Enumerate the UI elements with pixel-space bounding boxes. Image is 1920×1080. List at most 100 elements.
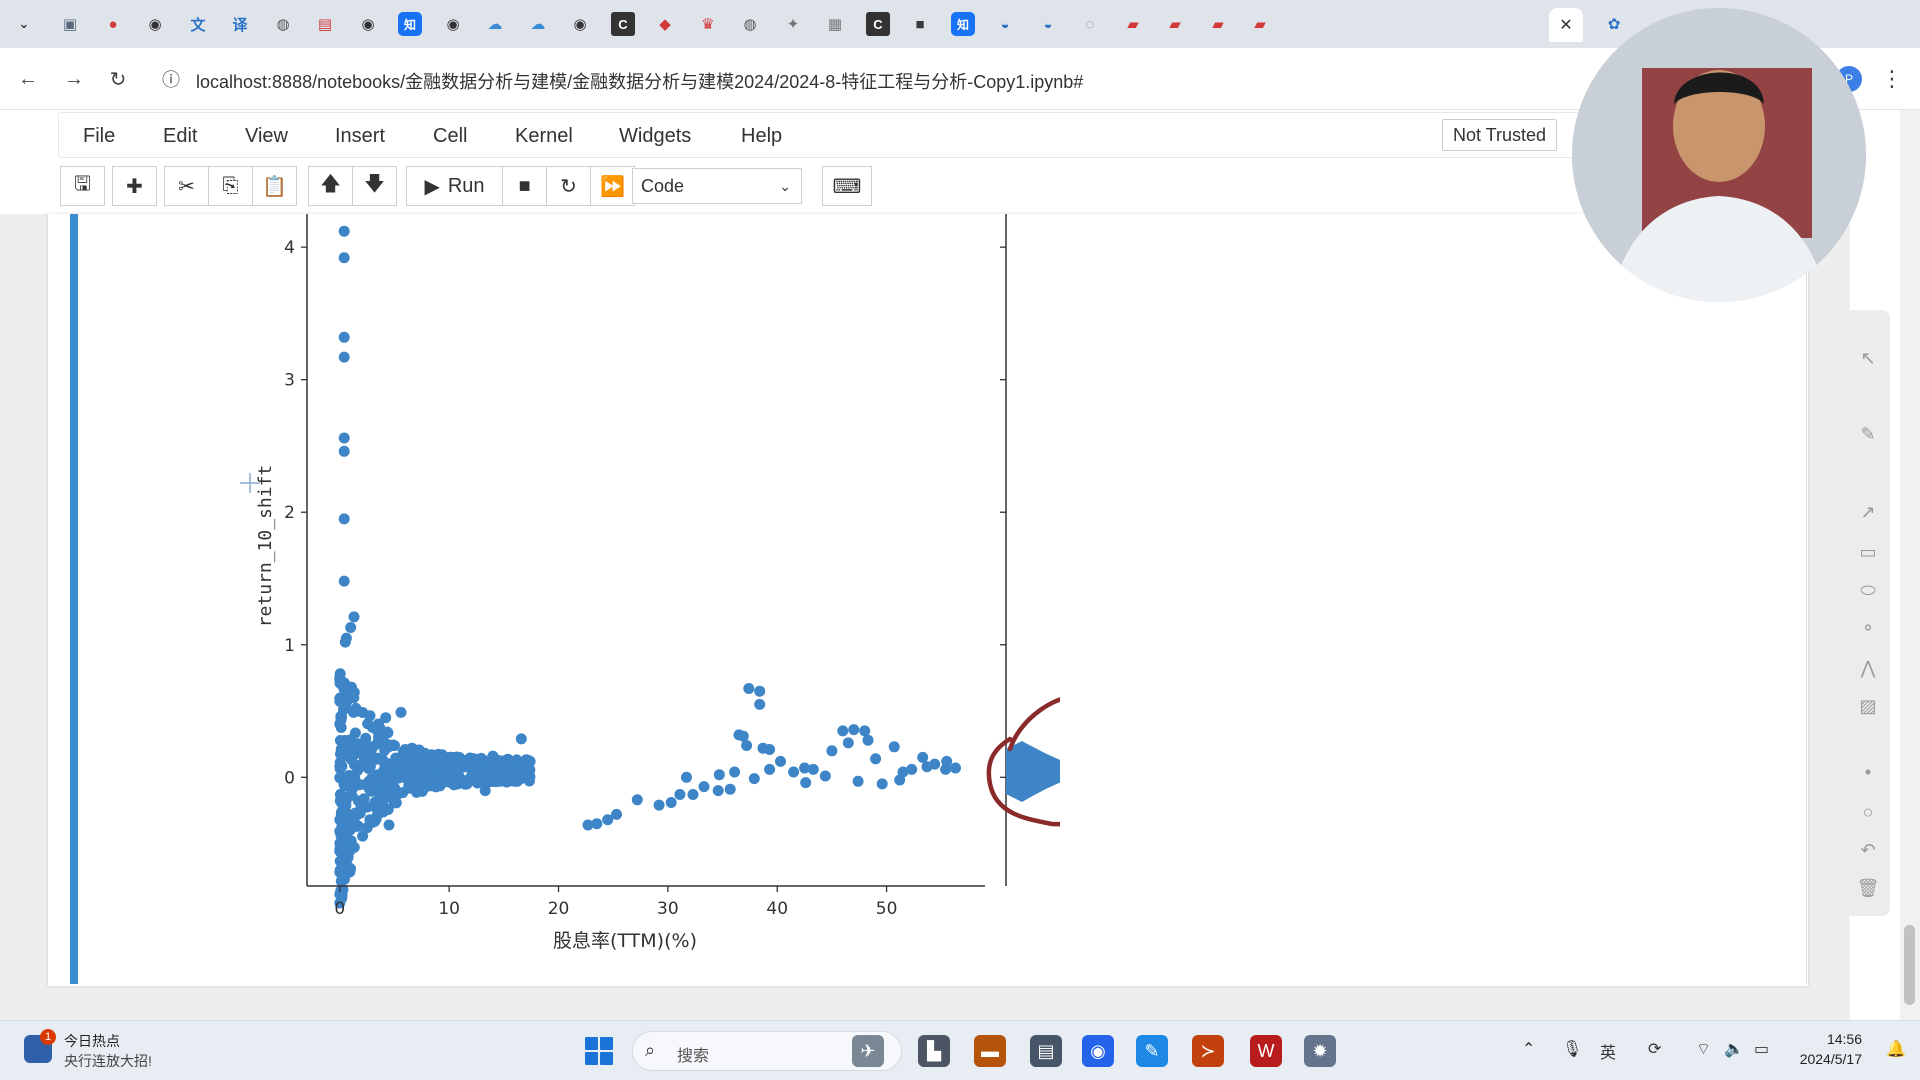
scatter-point [361, 801, 373, 813]
camera-icon[interactable]: ■ [908, 12, 932, 36]
site-info-icon[interactable]: ⓘ [160, 68, 182, 90]
clock-date[interactable]: 2024/5/17 [1794, 1051, 1862, 1067]
move-up-icon[interactable]: 🡅 [308, 166, 353, 206]
tab-search-dropdown-icon[interactable]: ⌄ [12, 12, 36, 36]
clock-time[interactable]: 14:56 [1812, 1031, 1862, 1047]
active-tab-close-icon[interactable]: ✕ [1549, 8, 1583, 42]
terminal-icon[interactable]: ≻ [1192, 1035, 1224, 1067]
bird-app-icon[interactable]: ✈ [852, 1035, 884, 1067]
microphone-icon[interactable]: 🎙 [1562, 1039, 1582, 1059]
pen-app-icon[interactable]: ✎ [1136, 1035, 1168, 1067]
folder-icon[interactable]: ▬ [974, 1035, 1006, 1067]
stop-icon[interactable]: ■ [502, 166, 547, 206]
globe-icon[interactable]: ◍ [271, 12, 295, 36]
battery-icon[interactable]: ▭ [1754, 1039, 1769, 1059]
paste-icon[interactable]: 📋 [252, 166, 297, 206]
github-icon[interactable]: ◉ [356, 12, 380, 36]
copy-icon[interactable]: ⎘ [208, 166, 253, 206]
translate-icon[interactable]: 文 [186, 12, 210, 36]
url-text[interactable]: localhost:8888/notebooks/金融数据分析与建模/金融数据分… [196, 68, 1083, 94]
windows-start-icon[interactable] [585, 1037, 613, 1065]
undo-icon[interactable]: ↶ [1856, 838, 1880, 862]
volume-icon[interactable]: 🔈 [1724, 1039, 1744, 1059]
page-scrollbar[interactable] [1900, 110, 1920, 1020]
back-arrow-icon[interactable]: ← [14, 65, 42, 93]
trust-indicator[interactable]: Not Trusted [1442, 119, 1558, 151]
book-icon[interactable]: ▰ [1206, 12, 1230, 36]
pointer-icon[interactable]: ↖ [1856, 346, 1880, 370]
chat-icon[interactable]: ◆ [653, 12, 677, 36]
save-icon[interactable]: 🖫 [60, 166, 105, 206]
crown-icon[interactable]: ♛ [696, 12, 720, 36]
chevron-up-icon[interactable]: ⌃ [1522, 1039, 1535, 1059]
menu-help[interactable]: Help [741, 125, 782, 148]
scatter-point [334, 718, 346, 730]
record-icon[interactable]: ● [101, 12, 125, 36]
dot-icon[interactable]: • [1856, 760, 1880, 784]
ime-indicator[interactable]: 英 [1600, 1039, 1616, 1063]
book-icon[interactable]: ▰ [1121, 12, 1145, 36]
video-icon[interactable]: ▣ [58, 12, 82, 36]
book-icon[interactable]: ▰ [1248, 12, 1272, 36]
menu-edit[interactable]: Edit [163, 125, 197, 148]
forward-arrow-icon[interactable]: → [60, 65, 88, 93]
scrollbar-thumb[interactable] [1904, 925, 1915, 1005]
wps-icon[interactable]: W [1250, 1035, 1282, 1067]
restart-icon[interactable]: ↻ [546, 166, 591, 206]
notification-icon[interactable]: 🔔 [1886, 1039, 1906, 1059]
x-axis-label: 股息率(TTM)(%) [553, 930, 697, 952]
bowl-icon[interactable]: ◒ [993, 12, 1017, 36]
c-app-icon[interactable]: C [866, 12, 890, 36]
zhihu-icon[interactable]: 知 [951, 12, 975, 36]
reload-icon[interactable]: ↻ [104, 65, 132, 93]
c-app-icon[interactable]: C [611, 12, 635, 36]
notebook-app-icon[interactable]: ▤ [1030, 1035, 1062, 1067]
translate-alt-icon[interactable]: 译 [228, 12, 252, 36]
pin-icon[interactable]: ✦ [781, 12, 805, 36]
restart-run-all-icon[interactable]: ⏩ [590, 166, 635, 206]
menu-view[interactable]: View [245, 125, 288, 148]
tv-icon[interactable]: ▤ [313, 12, 337, 36]
zhihu-icon[interactable]: 知 [398, 12, 422, 36]
print-icon[interactable]: ▦ [823, 12, 847, 36]
file-explorer-icon[interactable]: ▙ [918, 1035, 950, 1067]
news-subtitle[interactable]: 央行连放大招! [64, 1051, 152, 1071]
scatter-point [826, 745, 838, 757]
circle-icon[interactable]: ○ [1856, 800, 1880, 824]
keyboard-shortcuts-icon[interactable]: ⌨ [822, 166, 872, 206]
menu-widgets[interactable]: Widgets [619, 125, 691, 148]
text-tool-icon[interactable]: ⚬ [1856, 616, 1880, 640]
cloud-icon[interactable]: ☁ [483, 12, 507, 36]
highlight-icon[interactable]: ▨ [1856, 694, 1880, 718]
cloud-icon[interactable]: ☁ [526, 12, 550, 36]
move-down-icon[interactable]: 🡇 [352, 166, 397, 206]
menu-insert[interactable]: Insert [335, 125, 385, 148]
bowl-icon[interactable]: ◒ [1036, 12, 1060, 36]
add-cell-icon[interactable]: ✚ [112, 166, 157, 206]
sync-icon[interactable]: ⟳ [1648, 1039, 1661, 1059]
news-title[interactable]: 今日热点 [64, 1031, 120, 1051]
cell-type-select[interactable]: Code ⌄ [632, 168, 802, 204]
pen-icon[interactable]: ✎ [1856, 422, 1880, 446]
paw-icon[interactable]: ✿ [1602, 12, 1626, 36]
book-icon[interactable]: ▰ [1163, 12, 1187, 36]
cut-icon[interactable]: ✂ [164, 166, 209, 206]
trash-icon[interactable]: 🗑 [1856, 876, 1880, 900]
browser-menu-icon[interactable]: ⋮ [1880, 64, 1904, 94]
wifi-icon[interactable]: ⌔ [1696, 1039, 1711, 1059]
globe-icon[interactable]: ◍ [738, 12, 762, 36]
ellipse-icon[interactable]: ⬭ [1856, 578, 1880, 602]
arrow-icon[interactable]: ↗ [1856, 500, 1880, 524]
chrome-icon[interactable]: ◉ [1082, 1035, 1114, 1067]
github-icon[interactable]: ◉ [441, 12, 465, 36]
menu-file[interactable]: File [83, 125, 115, 148]
github-icon[interactable]: ◉ [568, 12, 592, 36]
github-icon[interactable]: ◉ [143, 12, 167, 36]
rectangle-icon[interactable]: ▭ [1856, 540, 1880, 564]
loading-icon[interactable]: ◌ [1078, 12, 1102, 36]
settings-gear-icon[interactable]: ✹ [1304, 1035, 1336, 1067]
menu-cell[interactable]: Cell [433, 125, 467, 148]
menu-kernel[interactable]: Kernel [515, 125, 573, 148]
line-icon[interactable]: ⋀ [1856, 656, 1880, 680]
run-button[interactable]: ▶ Run [406, 166, 503, 206]
